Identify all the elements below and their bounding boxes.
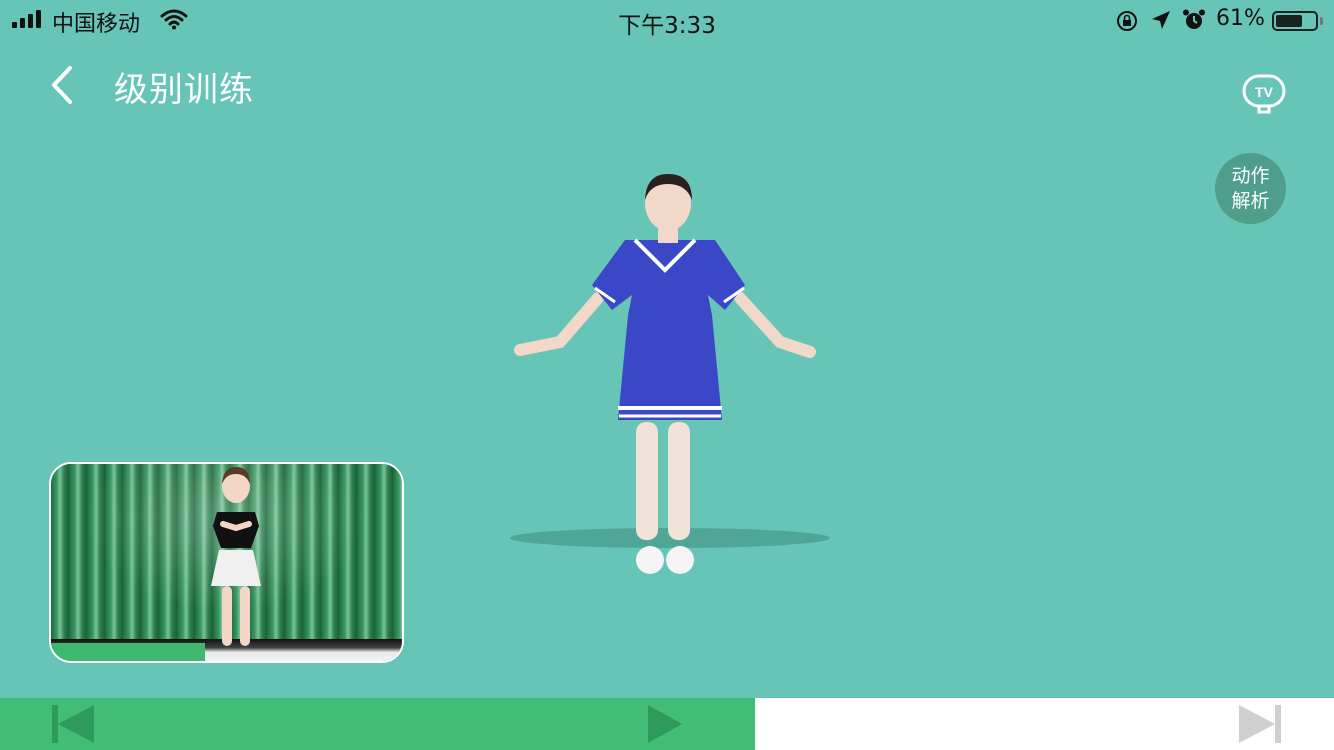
tv-label: TV bbox=[1255, 84, 1274, 100]
next-icon[interactable] bbox=[1237, 703, 1283, 745]
pip-progress-bar bbox=[51, 643, 206, 661]
back-chevron-icon[interactable] bbox=[44, 62, 84, 108]
instructor-video bbox=[510, 174, 830, 574]
action-analysis-line2: 解析 bbox=[1231, 189, 1270, 212]
orientation-lock-icon bbox=[1117, 11, 1137, 31]
pip-child-figure bbox=[211, 467, 261, 646]
action-analysis-line1: 动作 bbox=[1231, 164, 1270, 187]
location-icon bbox=[1152, 11, 1170, 29]
play-icon[interactable] bbox=[646, 703, 684, 745]
tv-icon: TV bbox=[1242, 74, 1286, 114]
page-title: 级别训练 bbox=[114, 70, 254, 110]
tv-button[interactable]: TV bbox=[1240, 72, 1288, 116]
alarm-icon bbox=[1183, 9, 1205, 29]
playback-progress-bar bbox=[0, 698, 756, 750]
pip-video[interactable] bbox=[49, 462, 404, 663]
status-bar: 中国移动 下午3:33 61% bbox=[0, 0, 1334, 42]
battery-percent: 61% bbox=[1216, 6, 1265, 31]
previous-icon[interactable] bbox=[50, 703, 96, 745]
battery-tip bbox=[1320, 17, 1323, 25]
battery-icon bbox=[1272, 11, 1318, 31]
action-analysis-button[interactable]: 动作 解析 bbox=[1215, 153, 1286, 224]
